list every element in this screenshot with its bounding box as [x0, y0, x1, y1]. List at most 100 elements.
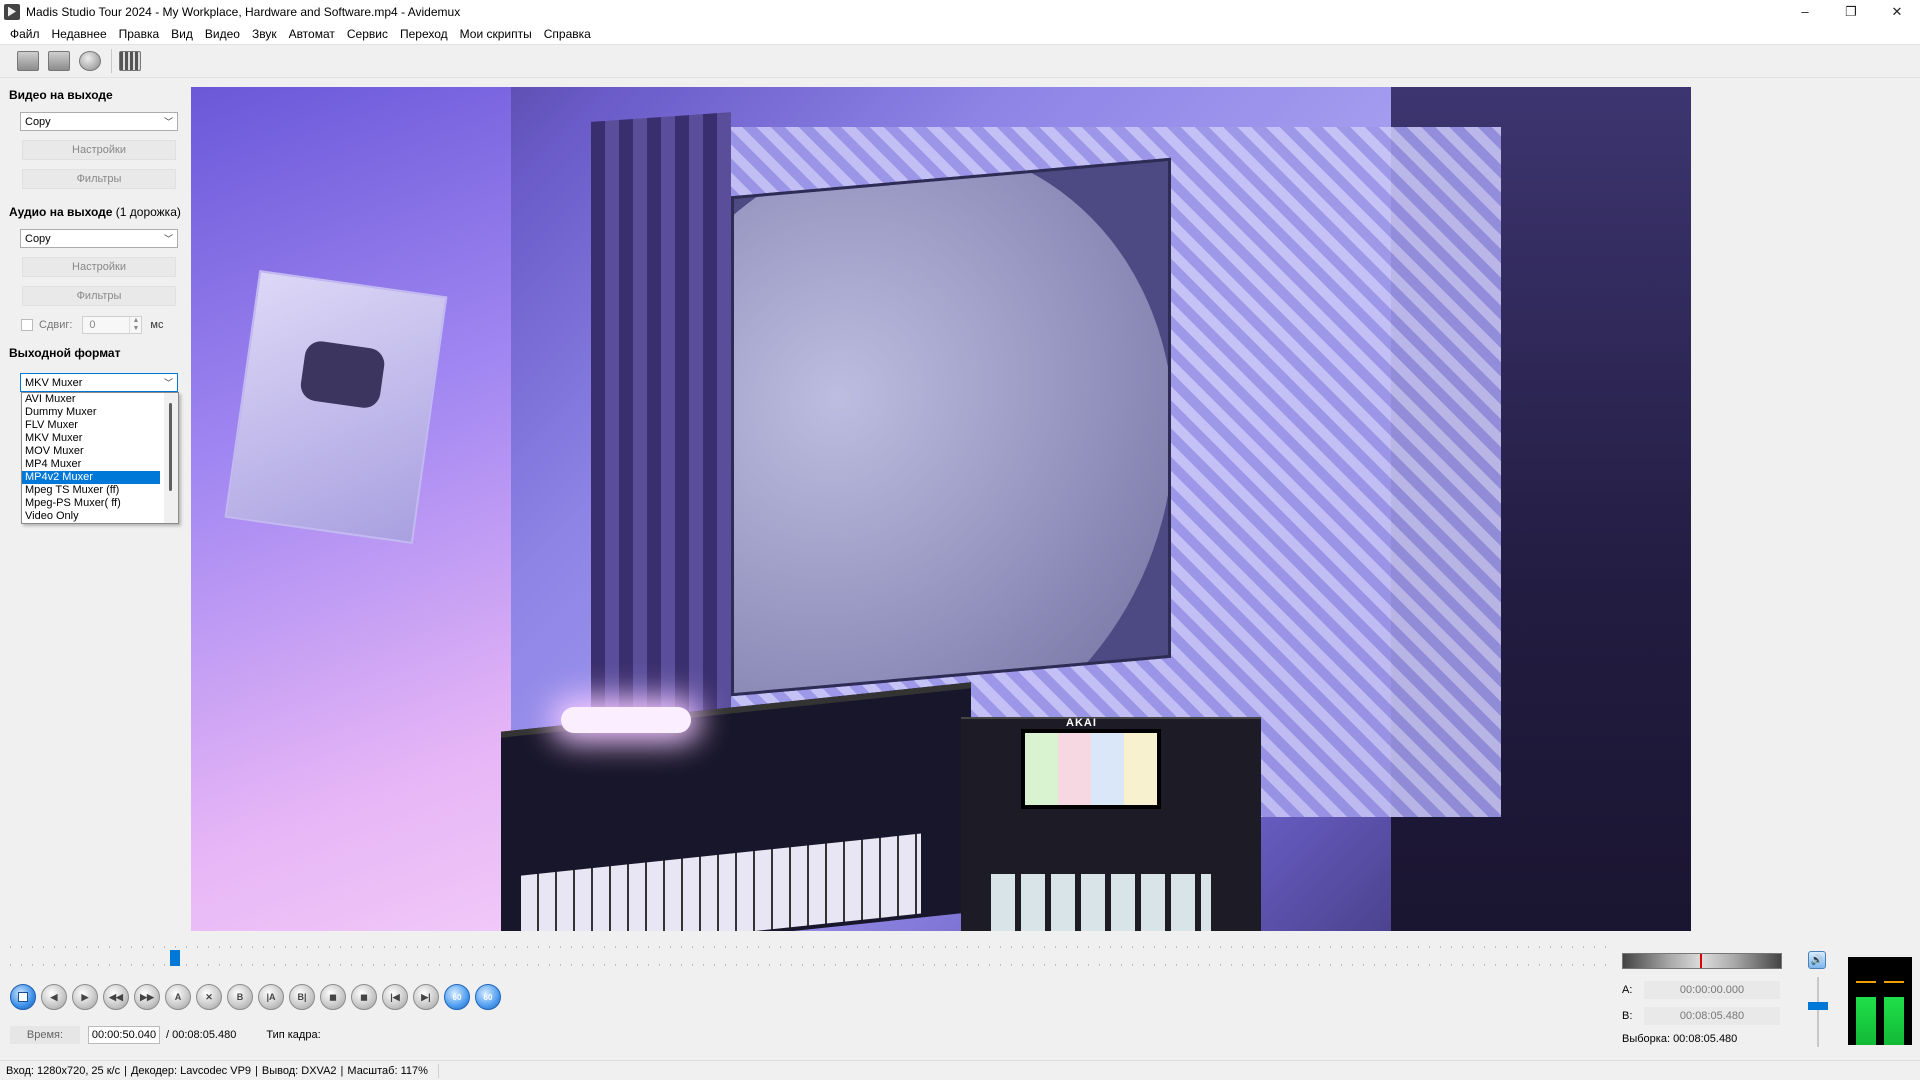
menu-tools[interactable]: Сервис	[341, 27, 394, 41]
output-format-title: Выходной формат	[9, 346, 121, 360]
video-mpc-screen	[1021, 729, 1161, 809]
back-60-button[interactable]: 60	[444, 984, 470, 1010]
restore-button[interactable]: ❐	[1828, 0, 1874, 23]
total-time: / 00:08:05.480	[166, 1029, 237, 1041]
rewind-button[interactable]: ◀	[41, 984, 67, 1010]
info-icon[interactable]	[76, 48, 104, 74]
next-keyframe-button[interactable]: ▶▶	[134, 984, 160, 1010]
meter-left-bar	[1856, 997, 1876, 1045]
shift-checkbox[interactable]	[21, 319, 33, 331]
last-frame-button[interactable]: ▶|	[413, 984, 439, 1010]
minimize-button[interactable]: –	[1782, 0, 1828, 23]
marker-b-label: B:	[1622, 1010, 1633, 1022]
volume-slider-thumb[interactable]	[1808, 1002, 1828, 1010]
title-bar: Madis Studio Tour 2024 - My Workplace, H…	[0, 0, 1920, 23]
close-button[interactable]: ✕	[1874, 0, 1920, 23]
output-format-select[interactable]: MKV Muxer ﹀	[20, 373, 178, 392]
status-separator: |	[255, 1064, 258, 1077]
video-brand-text: AKAI	[1066, 717, 1097, 729]
play-button[interactable]	[10, 984, 36, 1010]
video-moon-poster	[731, 157, 1171, 697]
muxer-option[interactable]: Dummy Muxer	[22, 406, 160, 419]
shift-value: 0	[89, 319, 96, 331]
first-frame-button[interactable]: |◀	[382, 984, 408, 1010]
timeline-slider[interactable]	[10, 940, 1606, 970]
volume-track[interactable]	[1817, 977, 1819, 1047]
toolbar	[0, 44, 1920, 78]
status-divider	[437, 1063, 439, 1078]
menu-edit[interactable]: Правка	[113, 27, 166, 41]
set-marker-a-button[interactable]: A	[165, 984, 191, 1010]
menu-help[interactable]: Справка	[538, 27, 597, 41]
speaker-icon[interactable]: 🔊	[1808, 951, 1826, 969]
output-format-dropdown-list[interactable]: AVI Muxer Dummy Muxer FLV Muxer MKV Muxe…	[21, 392, 179, 524]
time-label: Время:	[10, 1026, 80, 1044]
audio-codec-value: Copy	[25, 232, 51, 245]
video-codec-select[interactable]: Copy ﹀	[20, 112, 178, 131]
dropdown-scrollbar[interactable]	[164, 393, 178, 523]
status-bar: Вход: 1280x720, 25 к/с | Декодер: Lavcod…	[0, 1060, 1920, 1080]
selection-panel: A: 00:00:00.000 B: 00:08:05.480 Выборка:…	[1622, 953, 1782, 1053]
audio-configure-button[interactable]: Настройки	[22, 257, 176, 277]
audio-filters-button[interactable]: Фильтры	[22, 286, 176, 306]
menu-auto[interactable]: Автомат	[283, 27, 341, 41]
audio-shift-row: Сдвиг: 0 ▲ ▼ мс	[21, 316, 163, 334]
audio-track-note: (1 дорожка)	[115, 205, 181, 219]
transport-controls: ◀ ▶ ◀◀ ▶▶ A ✕ B |A B| ◼ ◼ |◀ ▶| 60 60	[10, 983, 506, 1011]
video-codec-value: Copy	[25, 115, 51, 128]
output-format-value: MKV Muxer	[25, 376, 83, 389]
current-time-field[interactable]: 00:00:50.040	[88, 1026, 160, 1044]
shift-spinbox[interactable]: 0 ▲ ▼	[82, 316, 143, 334]
status-output: Вывод: DXVA2	[261, 1064, 337, 1077]
film-icon[interactable]	[116, 48, 144, 74]
muxer-option-highlighted[interactable]: MP4v2 Muxer	[22, 471, 160, 484]
timeline-thumb[interactable]	[170, 950, 180, 966]
audio-output-title: Аудио на выходе (1 дорожка)	[9, 205, 181, 219]
video-configure-button[interactable]: Настройки	[22, 140, 176, 160]
muxer-option[interactable]: Mpeg-PS Muxer( ff)	[22, 497, 160, 510]
video-output-title: Видео на выходе	[9, 88, 113, 102]
frame-type-label: Тип кадра:	[266, 1029, 321, 1041]
scrollbar-thumb[interactable]	[169, 403, 172, 491]
prev-black-frame-button[interactable]: ◼	[320, 984, 346, 1010]
status-decoder: Декодер: Lavcodec VP9	[130, 1064, 252, 1077]
goto-marker-b-button[interactable]: B|	[289, 984, 315, 1010]
audio-codec-select[interactable]: Copy ﹀	[20, 229, 178, 248]
muxer-option[interactable]: MKV Muxer	[22, 432, 160, 445]
menu-file[interactable]: Файл	[4, 27, 46, 41]
set-marker-b-button[interactable]: B	[227, 984, 253, 1010]
video-acoustic-panel	[591, 112, 731, 762]
goto-marker-a-button[interactable]: |A	[258, 984, 284, 1010]
menu-audio[interactable]: Звук	[246, 27, 283, 41]
next-black-frame-button[interactable]: ◼	[351, 984, 377, 1010]
volume-control: 🔊	[1808, 951, 1828, 1051]
marker-a-label: A:	[1622, 984, 1633, 996]
menu-recent[interactable]: Недавнее	[46, 27, 113, 41]
video-filters-button[interactable]: Фильтры	[22, 169, 176, 189]
forward-button[interactable]: ▶	[72, 984, 98, 1010]
muxer-option[interactable]: FLV Muxer	[22, 419, 160, 432]
muxer-option[interactable]: MOV Muxer	[22, 445, 160, 458]
video-mpc-device	[961, 717, 1261, 931]
marker-b-value: 00:08:05.480	[1644, 1007, 1780, 1025]
open-image-icon[interactable]	[14, 48, 42, 74]
save-icon[interactable]	[45, 48, 73, 74]
muxer-option[interactable]: Video Only	[22, 510, 160, 523]
marker-a-row: A: 00:00:00.000	[1622, 981, 1780, 999]
prev-keyframe-button[interactable]: ◀◀	[103, 984, 129, 1010]
forward-60-button[interactable]: 60	[475, 984, 501, 1010]
menu-video[interactable]: Видео	[199, 27, 246, 41]
menu-custom-scripts[interactable]: Мои скрипты	[454, 27, 538, 41]
toolbar-separator	[111, 49, 112, 73]
muxer-option[interactable]: AVI Muxer	[22, 393, 160, 406]
timeline-ticks-top	[10, 946, 1606, 948]
muxer-option[interactable]: MP4 Muxer	[22, 458, 160, 471]
spin-arrows-icon[interactable]: ▲ ▼	[129, 317, 141, 333]
menu-go[interactable]: Переход	[394, 27, 454, 41]
status-separator: |	[124, 1064, 127, 1077]
delete-button[interactable]: ✕	[196, 984, 222, 1010]
muxer-option[interactable]: Mpeg TS Muxer (ff)	[22, 484, 160, 497]
menu-view[interactable]: Вид	[165, 27, 199, 41]
video-moon	[731, 157, 1171, 697]
shuttle-slider[interactable]	[1622, 953, 1782, 969]
